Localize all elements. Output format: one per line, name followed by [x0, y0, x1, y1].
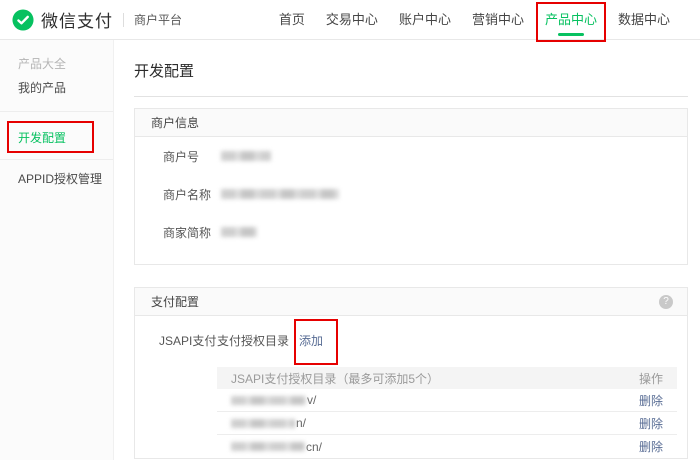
title-divider: [134, 96, 688, 97]
nav-item-product-center[interactable]: 产品中心: [545, 11, 597, 28]
sidebar-section-product-catalog: 产品大全: [0, 52, 113, 76]
sidebar-item-dev-config[interactable]: 开发配置: [0, 125, 113, 151]
payment-config-card: 支付配置 ? JSAPI支付 支付授权目录 添加 JSAPI支付授权目录（最多可…: [134, 287, 688, 459]
directory-url-suffix: n/: [296, 416, 306, 430]
sidebar-item-appid-auth[interactable]: APPID授权管理: [0, 167, 113, 191]
directory-url-suffix: v/: [307, 393, 316, 407]
merchant-name-label: 商户名称: [163, 186, 221, 203]
sidebar-item-my-products[interactable]: 我的产品: [0, 76, 113, 100]
delete-directory-link[interactable]: 删除: [639, 392, 663, 409]
top-nav: 首页 交易中心 账户中心 营销中心 产品中心 数据中心: [279, 11, 670, 28]
nav-item-account-center[interactable]: 账户中心: [399, 11, 451, 28]
merchant-info-card-header: 商户信息: [135, 109, 687, 137]
directory-url-redacted: [231, 419, 295, 428]
directory-table-action-header: 操作: [639, 370, 663, 387]
nav-item-marketing-center[interactable]: 营销中心: [472, 11, 524, 28]
directory-row: cn/ 删除: [217, 435, 677, 458]
directory-url: v/: [231, 393, 316, 407]
payment-config-card-header: 支付配置 ?: [135, 288, 687, 316]
directory-row: n/ 删除: [217, 412, 677, 435]
sidebar-divider: [0, 111, 113, 112]
directory-url-redacted: [231, 396, 306, 405]
help-icon[interactable]: ?: [659, 295, 673, 309]
nav-item-product-center-label: 产品中心: [545, 12, 597, 27]
jsapi-pay-label: JSAPI支付: [159, 332, 217, 349]
main-content: 开发配置 商户信息 商户号 商户名称 商家简称: [114, 40, 700, 460]
top-header: 微信支付 商户平台 首页 交易中心 账户中心 营销中心 产品中心 数据中心: [0, 0, 700, 40]
merchant-shortname-label: 商家简称: [163, 224, 221, 241]
delete-directory-link[interactable]: 删除: [639, 438, 663, 455]
directory-url-suffix: cn/: [306, 440, 322, 454]
directory-url: cn/: [231, 440, 322, 454]
jsapi-pay-row: JSAPI支付 支付授权目录 添加: [159, 331, 687, 349]
nav-item-data-center[interactable]: 数据中心: [618, 11, 670, 28]
delete-directory-link[interactable]: 删除: [639, 415, 663, 432]
merchant-shortname-row: 商家简称: [135, 213, 687, 251]
merchant-info-card: 商户信息 商户号 商户名称 商家简称: [134, 108, 688, 265]
merchant-name-row: 商户名称: [135, 175, 687, 213]
directory-url-redacted: [231, 442, 305, 451]
page-title: 开发配置: [134, 64, 688, 80]
platform-subtitle: 商户平台: [134, 11, 182, 28]
merchant-name-redacted-value: [221, 189, 339, 199]
add-directory-link[interactable]: 添加: [299, 332, 323, 349]
merchant-shortname-redacted-value: [221, 227, 257, 237]
directory-table-header-label: JSAPI支付授权目录（最多可添加5个）: [231, 370, 439, 387]
wechat-pay-icon: [12, 9, 34, 31]
add-directory-link-label: 添加: [299, 334, 323, 348]
nav-item-transaction-center[interactable]: 交易中心: [326, 11, 378, 28]
directory-table-header: JSAPI支付授权目录（最多可添加5个） 操作: [217, 367, 677, 389]
merchant-id-row: 商户号: [135, 137, 687, 175]
auth-dir-label: 支付授权目录: [217, 332, 289, 349]
directory-row: v/ 删除: [217, 389, 677, 412]
merchant-id-redacted-value: [221, 151, 271, 161]
nav-item-home[interactable]: 首页: [279, 11, 305, 28]
directory-url: n/: [231, 416, 306, 430]
jsapi-directory-table: JSAPI支付授权目录（最多可添加5个） 操作 v/ 删除 n/: [217, 367, 677, 458]
logo-text: 微信支付: [41, 7, 113, 32]
merchant-id-label: 商户号: [163, 148, 221, 165]
payment-config-title: 支付配置: [151, 293, 199, 310]
merchant-info-title: 商户信息: [151, 114, 199, 131]
sidebar: 产品大全 我的产品 开发配置 APPID授权管理: [0, 40, 114, 460]
wechat-pay-logo[interactable]: 微信支付: [12, 7, 113, 32]
sidebar-divider: [0, 159, 113, 160]
logo-divider: [123, 13, 124, 27]
